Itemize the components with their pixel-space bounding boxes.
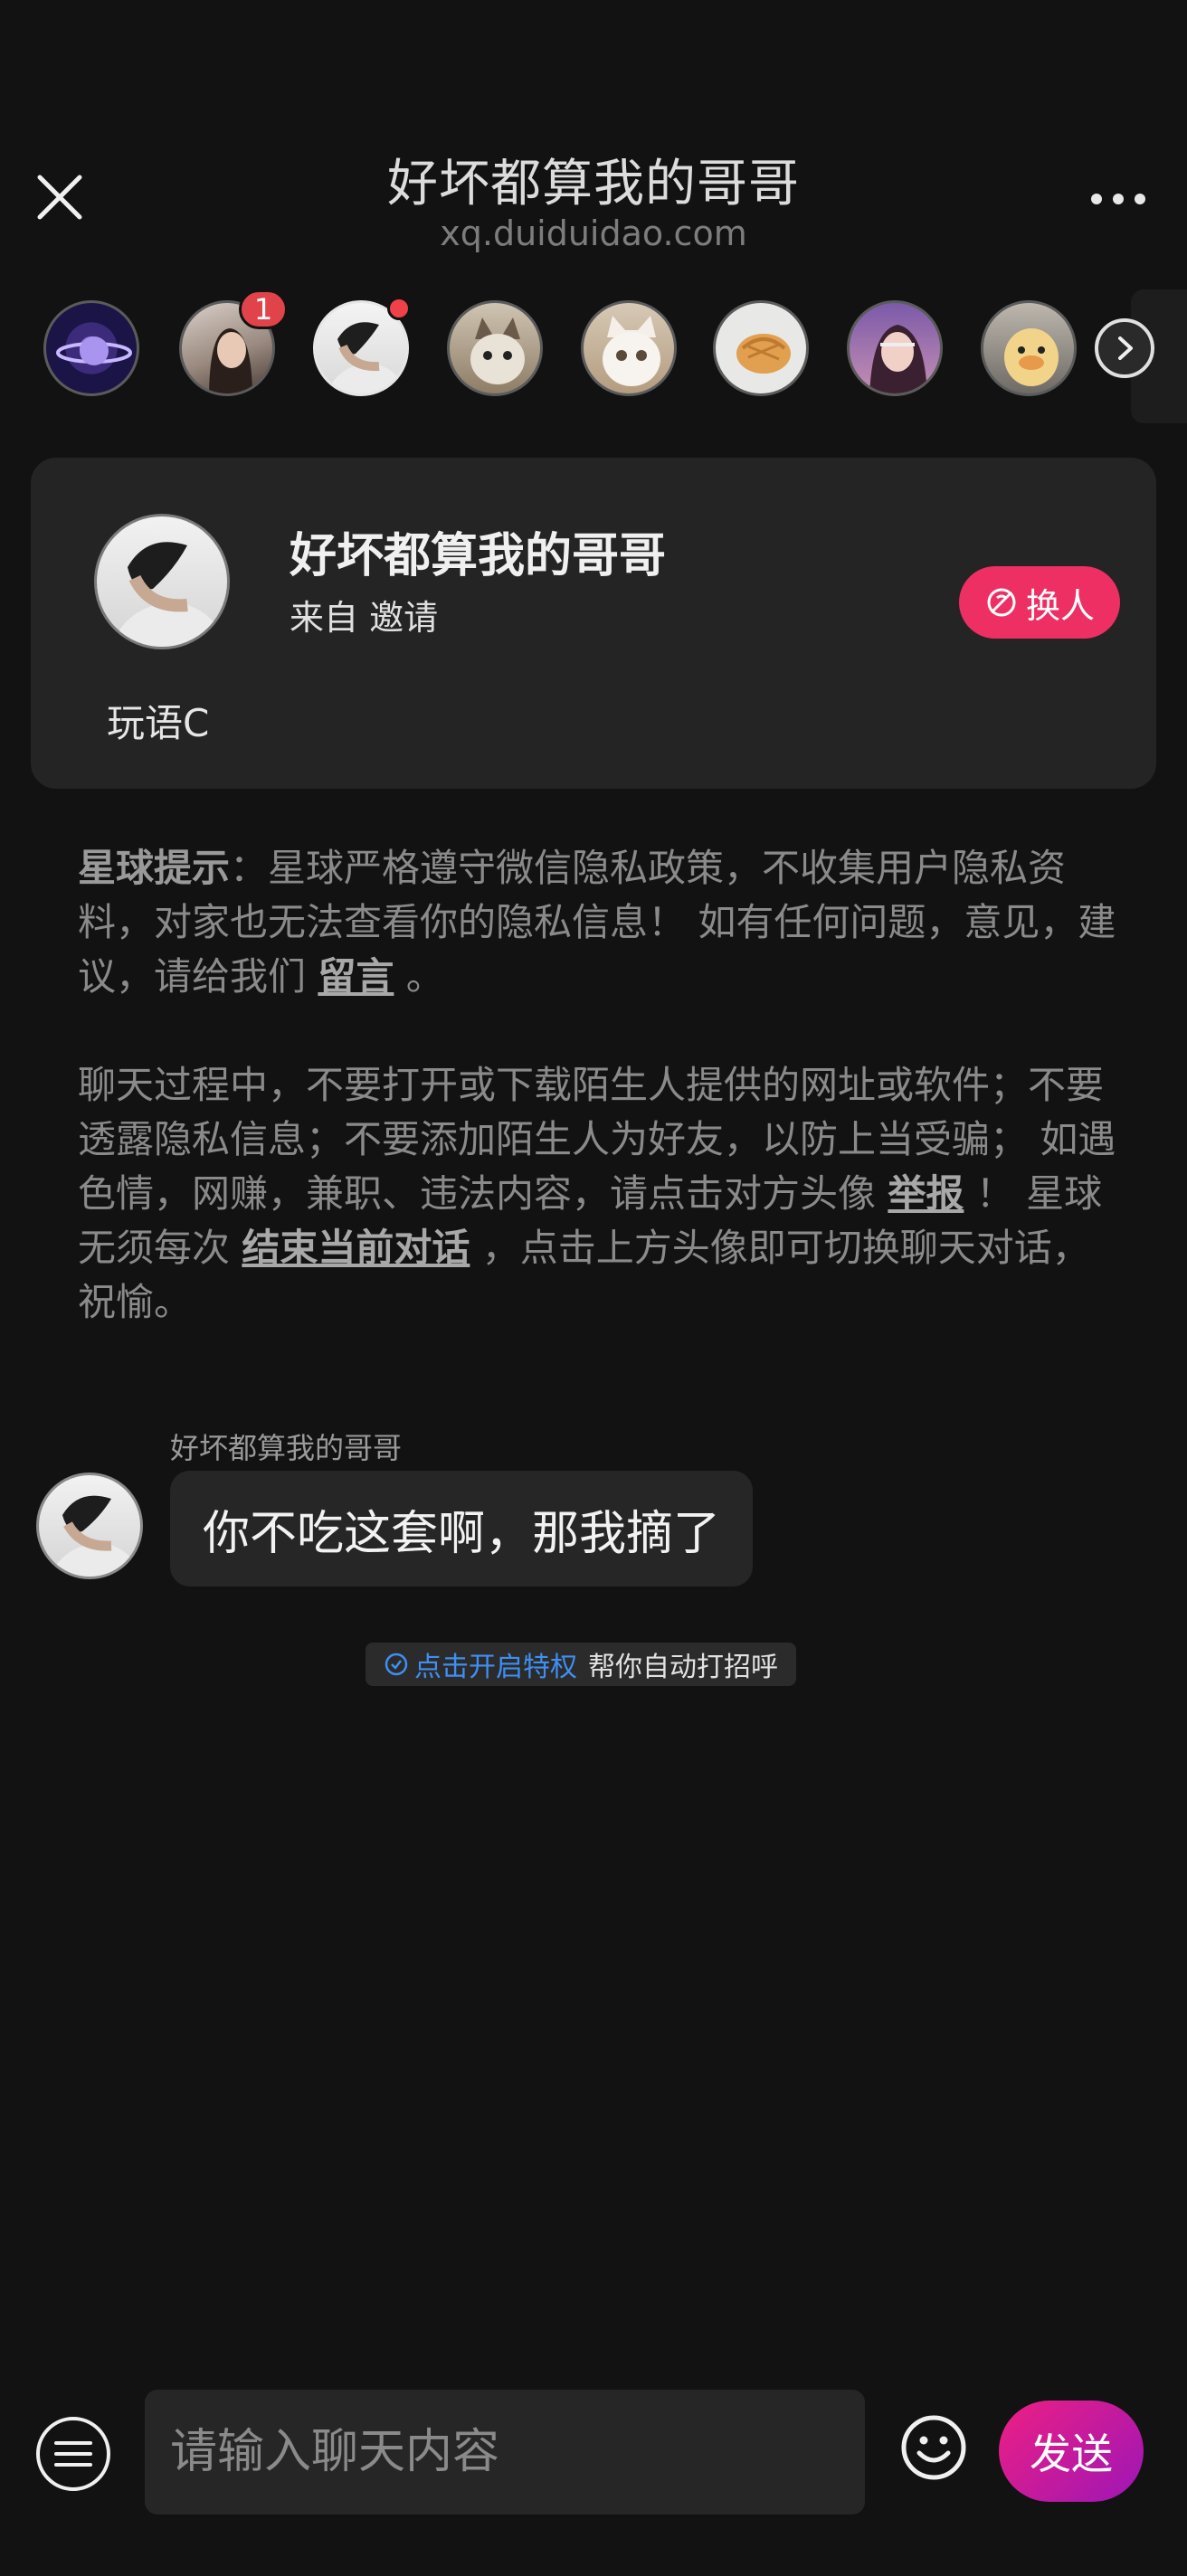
profile-source: 来自 邀请 xyxy=(290,598,439,638)
chat-input[interactable] xyxy=(145,2390,865,2514)
profile-card: 好坏都算我的哥哥 来自 邀请 换人 玩语C xyxy=(31,458,1156,789)
chevron-right-icon[interactable] xyxy=(1095,318,1154,378)
profile-avatar[interactable] xyxy=(94,514,230,649)
notice-text-end: 。 xyxy=(394,954,444,999)
check-circle-icon xyxy=(385,1653,408,1676)
more-icon[interactable] xyxy=(1082,181,1154,217)
privilege-pill[interactable]: 点击开启特权 帮你自动打招呼 xyxy=(366,1643,796,1686)
privilege-link-label: 点击开启特权 xyxy=(414,1652,577,1683)
swap-partner-button[interactable]: 换人 xyxy=(959,566,1120,639)
message-sender: 好坏都算我的哥哥 xyxy=(170,1431,403,1465)
profile-name: 好坏都算我的哥哥 xyxy=(290,529,667,583)
safety-warning: 聊天过程中，不要打开或下载陌生人提供的网址或软件；不要透露隐私信息；不要添加陌生… xyxy=(78,1058,1118,1330)
avatar-white-cat[interactable] xyxy=(581,300,677,396)
swap-icon xyxy=(987,588,1016,617)
feedback-link[interactable]: 留言 xyxy=(318,954,394,999)
safety-notice: 星球提示：星球严格遵守微信隐私政策，不收集用户隐私资料，对家也无法查看你的隐私信… xyxy=(78,841,1118,1004)
profile-tag: 玩语C xyxy=(107,701,210,745)
privilege-text: 帮你自动打招呼 xyxy=(588,1652,778,1683)
report-link[interactable]: 举报 xyxy=(888,1171,964,1216)
avatar-pink-girl[interactable] xyxy=(847,300,943,396)
swap-label: 换人 xyxy=(1025,585,1095,626)
message-bubble: 你不吃这套啊，那我摘了 xyxy=(170,1471,754,1586)
notice-text: ：星球严格遵守微信隐私政策，不收集用户隐私资料，对家也无法查看你的隐私信息！ 如… xyxy=(78,846,1116,999)
message-avatar[interactable] xyxy=(36,1473,143,1579)
chat-screen: 好坏都算我的哥哥 xq.duiduidao.com 1 好坏都算我的哥哥 来自 … xyxy=(0,0,1187,2576)
send-button[interactable]: 发送 xyxy=(999,2401,1144,2502)
avatar-planet[interactable] xyxy=(43,300,139,396)
page-title: 好坏都算我的哥哥 xyxy=(387,155,800,213)
privilege-link[interactable]: 点击开启特权 xyxy=(384,1644,577,1684)
avatar-cat-hat[interactable] xyxy=(447,300,543,396)
avatar-duck[interactable] xyxy=(981,300,1077,396)
emoji-icon[interactable] xyxy=(899,2413,968,2482)
notice-label: 星球提示 xyxy=(78,846,231,890)
page-subtitle: xq.duiduidao.com xyxy=(440,213,747,253)
avatar-pastry[interactable] xyxy=(713,300,809,396)
end-chat-link[interactable]: 结束当前对话 xyxy=(242,1226,470,1270)
unread-badge: 1 xyxy=(239,289,288,329)
menu-icon[interactable] xyxy=(36,2417,110,2491)
new-message-dot xyxy=(387,297,411,320)
conversation-avatar-strip: 1 xyxy=(0,289,1187,423)
